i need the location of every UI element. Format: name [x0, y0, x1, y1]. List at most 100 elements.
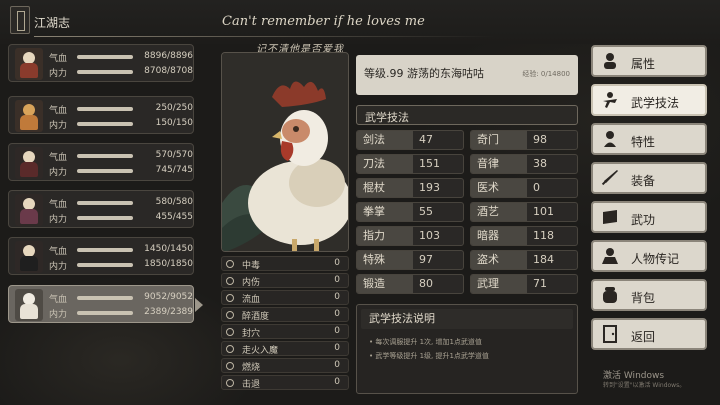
- skill-label: 指力: [357, 227, 413, 245]
- avatar: [15, 48, 43, 80]
- status-effect-value: 0: [334, 309, 340, 319]
- status-effect-label: 中毒: [242, 261, 261, 271]
- trait-icon: [604, 131, 616, 147]
- drunk-icon: [226, 311, 234, 319]
- hp-label: 气血: [49, 200, 68, 210]
- skill-cell: 拳掌 55: [356, 202, 464, 222]
- skill-value: 103: [419, 229, 440, 242]
- person-icon: [604, 53, 616, 69]
- knockback-icon: [226, 379, 234, 387]
- skill-label: 奇门: [471, 131, 527, 149]
- description-title: 武学技法说明: [361, 309, 573, 329]
- status-effects-list: 中毒 0 内伤 0 流血 0 醉酒度 0 封穴 0 走火入魔 0 燃烧 0 击退…: [221, 256, 349, 392]
- status-effect-row: 封穴 0: [221, 324, 349, 339]
- skill-value: 0: [533, 181, 540, 194]
- hp-value: 570/570: [155, 150, 193, 160]
- status-effect-row: 燃烧 0: [221, 358, 349, 373]
- skill-value: 184: [533, 253, 554, 266]
- bag-icon: [603, 287, 617, 303]
- skill-cell: 刀法 151: [356, 154, 464, 174]
- mp-label: 内力: [49, 69, 68, 79]
- mp-value: 745/745: [155, 165, 193, 175]
- status-effect-value: 0: [334, 275, 340, 285]
- skills-grid: 剑法 47 奇门 98 刀法 151 音律 38 棍杖 193 医术 0 拳掌 …: [356, 130, 578, 300]
- hp-label: 气血: [49, 54, 68, 64]
- skill-cell: 锻造 80: [356, 274, 464, 294]
- skill-value: 97: [419, 253, 433, 266]
- experience-value: 经验: 0/14800: [522, 70, 570, 78]
- menu-martial-arts-button[interactable]: 武学技法: [591, 84, 707, 116]
- party-member-4[interactable]: 气血 580/580 内力 455/455: [8, 190, 194, 228]
- skill-label: 特殊: [357, 251, 413, 269]
- status-effect-value: 0: [334, 343, 340, 353]
- party-member-5[interactable]: 气血 1450/1450 内力 1850/1850: [8, 237, 194, 275]
- menu-label: 特性: [631, 135, 656, 149]
- status-effect-value: 0: [334, 360, 340, 370]
- skill-cell: 暗器 118: [470, 226, 578, 246]
- avatar: [15, 100, 43, 132]
- menu-label: 武学技法: [631, 96, 680, 110]
- skill-label: 暗器: [471, 227, 527, 245]
- skill-label: 棍杖: [357, 179, 413, 197]
- hp-label: 气血: [49, 247, 68, 257]
- character-level-name: 等级.99 游荡的东海咕咕: [364, 67, 484, 80]
- status-effect-label: 醉酒度: [242, 312, 270, 322]
- mp-value: 8708/8708: [144, 66, 193, 76]
- menu-equipment-button[interactable]: 装备: [591, 162, 707, 194]
- book-icon: [603, 210, 617, 224]
- skill-value: 47: [419, 133, 433, 146]
- return-icon: [603, 325, 617, 343]
- page-title: 江湖志: [34, 16, 71, 30]
- status-effect-row: 内伤 0: [221, 273, 349, 288]
- journal-book-icon[interactable]: [10, 6, 30, 34]
- menu-bag-button[interactable]: 背包: [591, 279, 707, 311]
- mp-label: 内力: [49, 168, 68, 178]
- party-member-3[interactable]: 气血 570/570 内力 745/745: [8, 143, 194, 181]
- burn-icon: [226, 362, 234, 370]
- skill-cell: 棍杖 193: [356, 178, 464, 198]
- party-member-6[interactable]: 气血 9052/9052 内力 2389/2389: [8, 285, 203, 323]
- skill-label: 盗术: [471, 251, 527, 269]
- party-member-2[interactable]: 气血 250/250 内力 150/150: [8, 96, 194, 134]
- status-effect-row: 流血 0: [221, 290, 349, 305]
- menu-label: 背包: [631, 291, 656, 305]
- skill-cell: 酒艺 101: [470, 202, 578, 222]
- qi-deviation-icon: [226, 345, 234, 353]
- party-member-1[interactable]: 气血 8896/8896 内力 8708/8708: [8, 44, 194, 82]
- skill-value: 38: [533, 157, 547, 170]
- skill-cell: 盗术 184: [470, 250, 578, 270]
- menu-attributes-button[interactable]: 属性: [591, 45, 707, 77]
- skill-label: 武理: [471, 275, 527, 293]
- skill-label: 医术: [471, 179, 527, 197]
- hp-bar: [77, 154, 133, 158]
- skill-value: 193: [419, 181, 440, 194]
- status-effect-value: 0: [334, 326, 340, 336]
- title-divider: [34, 36, 494, 37]
- mp-bar: [77, 122, 133, 126]
- mp-label: 内力: [49, 262, 68, 272]
- skill-cell: 医术 0: [470, 178, 578, 198]
- menu-biography-button[interactable]: 人物传记: [591, 240, 707, 272]
- status-effect-row: 走火入魔 0: [221, 341, 349, 356]
- hp-bar: [77, 296, 133, 300]
- mp-bar: [77, 70, 133, 74]
- mp-label: 内力: [49, 310, 68, 320]
- menu-return-button[interactable]: 返回: [591, 318, 707, 350]
- top-bar: 江湖志 Can't remember if he loves me: [0, 0, 720, 44]
- hp-bar: [77, 248, 133, 252]
- skill-value: 98: [533, 133, 547, 146]
- hp-value: 580/580: [155, 197, 193, 207]
- skill-label: 音律: [471, 155, 527, 173]
- biography-icon: [602, 248, 618, 264]
- skills-description-panel: 武学技法说明 • 每次调服提升 1次, 增加1点武道值 • 武学等级提升 1级,…: [356, 304, 578, 394]
- mp-value: 2389/2389: [144, 307, 193, 317]
- skill-cell: 音律 38: [470, 154, 578, 174]
- menu-label: 人物传记: [631, 252, 680, 266]
- avatar: [15, 194, 43, 226]
- menu-martial-skills-button[interactable]: 武功: [591, 201, 707, 233]
- menu-traits-button[interactable]: 特性: [591, 123, 707, 155]
- skill-label: 刀法: [357, 155, 413, 173]
- menu-label: 返回: [631, 330, 656, 344]
- skill-value: 55: [419, 205, 433, 218]
- hp-label: 气血: [49, 106, 68, 116]
